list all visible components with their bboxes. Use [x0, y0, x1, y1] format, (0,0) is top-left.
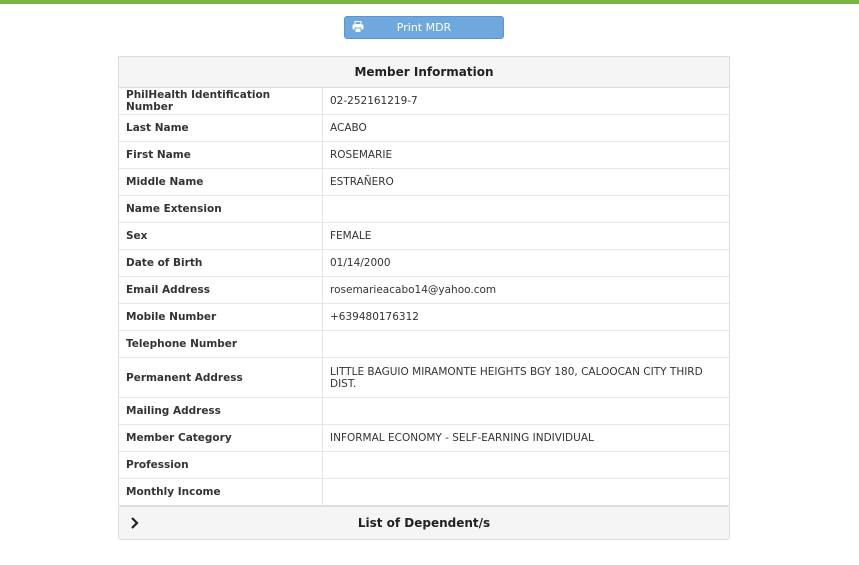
- field-value: [322, 330, 729, 358]
- field-label: Middle Name: [119, 168, 323, 196]
- table-row: Profession: [119, 451, 729, 479]
- member-information-panel: Member Information PhilHealth Identifica…: [118, 56, 730, 506]
- table-row: Date of Birth 01/14/2000: [119, 249, 729, 277]
- field-value: 02-252161219-7: [330, 95, 418, 107]
- member-information-title: Member Information: [119, 57, 729, 88]
- list-of-dependents-title: List of Dependent/s: [357, 516, 491, 530]
- field-value: +639480176312: [322, 303, 729, 331]
- list-of-dependents-toggle[interactable]: List of Dependent/s: [118, 506, 730, 540]
- field-value: FEMALE: [322, 222, 729, 250]
- table-row: Mailing Address: [119, 397, 729, 425]
- table-row: Last Name ACABO: [119, 114, 729, 142]
- field-label: Telephone Number: [119, 330, 323, 358]
- field-label: Mailing Address: [119, 397, 323, 425]
- field-label: Last Name: [119, 114, 323, 142]
- table-row: Name Extension: [119, 195, 729, 223]
- field-label: Email Address: [119, 276, 323, 304]
- field-label: Sex: [119, 222, 323, 250]
- top-accent-bar: [0, 0, 859, 4]
- table-row: Member Category INFORMAL ECONOMY - SELF-E…: [119, 424, 729, 452]
- field-value: [322, 195, 729, 223]
- field-label: Date of Birth: [119, 249, 323, 277]
- print-mdr-button[interactable]: Print MDR: [344, 16, 504, 39]
- field-value: [322, 397, 729, 425]
- table-row: Sex FEMALE: [119, 222, 729, 250]
- table-row: Email Address rosemarieacabo14@yahoo.com: [119, 276, 729, 304]
- table-row: Mobile Number +639480176312: [119, 303, 729, 331]
- table-row: Middle Name ESTRAÑERO: [119, 168, 729, 196]
- field-value: [322, 451, 729, 479]
- table-row: Telephone Number: [119, 330, 729, 358]
- field-label: Member Category: [119, 424, 323, 452]
- field-label: Mobile Number: [119, 303, 323, 331]
- field-label: Permanent Address: [119, 357, 323, 398]
- field-value: ESTRAÑERO: [322, 168, 729, 196]
- table-row: First Name ROSEMARIE: [119, 141, 729, 169]
- table-row: PhilHealth Identification Number 02-25216…: [119, 88, 729, 115]
- field-label: First Name: [119, 141, 323, 169]
- field-value: ROSEMARIE: [322, 141, 729, 169]
- field-label: Profession: [119, 451, 323, 479]
- field-value: [322, 478, 729, 505]
- field-value: 01/14/2000: [322, 249, 729, 277]
- table-row: Permanent Address LITTLE BAGUIO MIRAMONTE…: [119, 357, 729, 398]
- field-value: rosemarieacabo14@yahoo.com: [322, 276, 729, 304]
- field-value: INFORMAL ECONOMY - SELF-EARNING INDIVIDU…: [322, 424, 729, 452]
- table-row: Monthly Income: [119, 478, 729, 505]
- chevron-right-icon: [131, 517, 139, 529]
- print-mdr-label: Print MDR: [396, 21, 452, 34]
- field-label: Name Extension: [119, 195, 323, 223]
- field-value: ACABO: [322, 114, 729, 142]
- field-label: PhilHealth Identification Number: [119, 88, 323, 115]
- member-information-table: PhilHealth Identification Number 02-25216…: [119, 88, 729, 505]
- printer-icon: [352, 21, 364, 33]
- field-label: Monthly Income: [119, 478, 323, 505]
- field-value: LITTLE BAGUIO MIRAMONTE HEIGHTS BGY 180,…: [322, 357, 729, 398]
